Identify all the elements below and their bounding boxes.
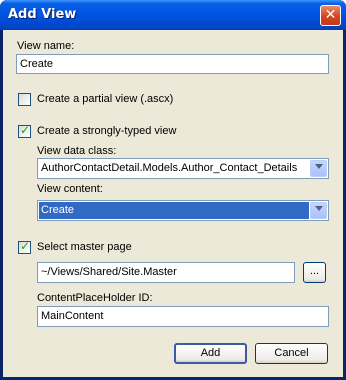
close-icon[interactable]: ✕ <box>320 5 341 26</box>
view-content-label: View content: <box>37 183 103 195</box>
add-view-dialog: Add View ✕ View name: Create Create a pa… <box>0 0 346 380</box>
master-page-checkbox[interactable]: ✓ <box>18 239 31 254</box>
view-data-class-select[interactable]: AuthorContactDetail.Models.Author_Contac… <box>37 158 329 179</box>
cancel-button[interactable]: Cancel <box>255 343 328 364</box>
strongly-typed-label[interactable]: Create a strongly-typed view <box>37 125 176 138</box>
add-button[interactable]: Add <box>174 343 247 364</box>
window-title: Add View <box>8 7 77 22</box>
chevron-down-icon[interactable] <box>310 202 327 219</box>
partial-view-checkbox[interactable] <box>18 93 31 106</box>
dialog-body: View name: Create Create a partial view … <box>3 30 343 377</box>
master-page-path-input[interactable]: ~/Views/Shared/Site.Master <box>37 262 295 283</box>
partial-view-label[interactable]: Create a partial view (.ascx) <box>37 93 173 106</box>
strongly-typed-checkbox[interactable]: ✓ <box>18 123 31 138</box>
selection-highlight <box>39 202 309 219</box>
checkmark-icon: ✓ <box>20 239 31 253</box>
master-page-label[interactable]: Select master page <box>37 241 132 254</box>
view-name-input[interactable]: Create <box>16 54 329 74</box>
content-placeholder-label: ContentPlaceHolder ID: <box>37 292 153 304</box>
browse-button[interactable]: ... <box>303 262 326 283</box>
view-content-value: Create <box>41 204 75 216</box>
view-data-class-label: View data class: <box>37 145 117 157</box>
view-data-class-value: AuthorContactDetail.Models.Author_Contac… <box>41 162 298 174</box>
view-name-label: View name: <box>17 40 75 52</box>
view-content-select[interactable]: Create <box>37 200 329 221</box>
checkmark-icon: ✓ <box>20 123 31 137</box>
content-placeholder-input[interactable]: MainContent <box>37 306 329 327</box>
title-bar[interactable]: Add View ✕ <box>0 0 346 30</box>
chevron-down-icon[interactable] <box>310 160 327 177</box>
